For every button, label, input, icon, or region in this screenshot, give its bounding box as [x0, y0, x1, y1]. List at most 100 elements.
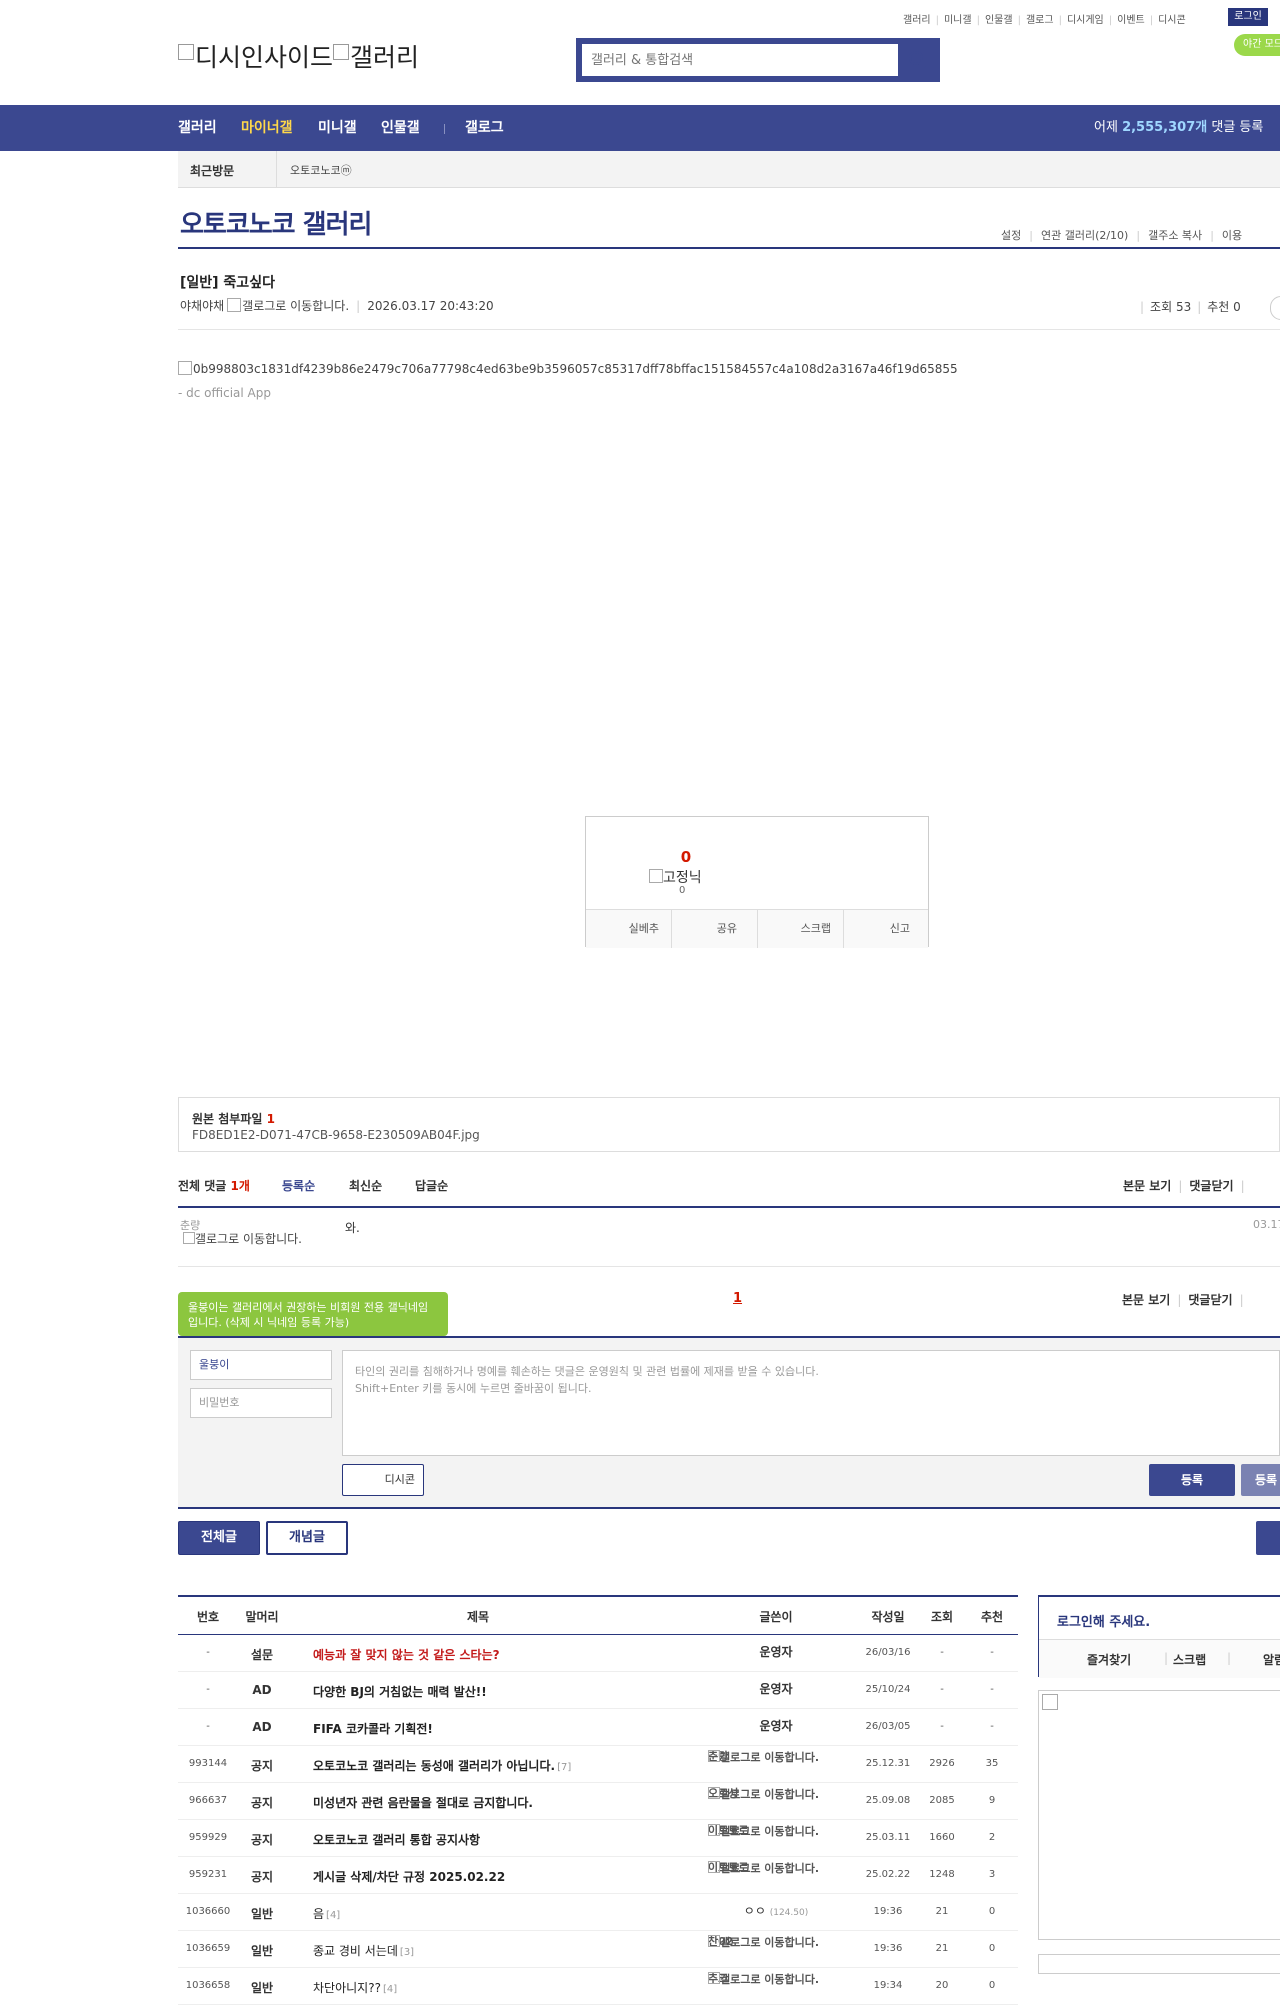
util-link-event[interactable]: 이벤트 — [1117, 15, 1145, 26]
sort-latest[interactable]: 최신순 — [349, 1177, 382, 1194]
nav-person-gallery[interactable]: 인물갤 — [381, 105, 420, 151]
usage-link[interactable]: 이용 — [1222, 229, 1242, 242]
post-writer[interactable]: 운영자 — [708, 1720, 844, 1733]
comment-page-1[interactable]: 1 — [733, 1291, 742, 1306]
post-title-link[interactable]: 다양한 BJ의 거침없는 매력 발산!! — [313, 1683, 489, 1700]
table-row[interactable]: 1036659 일반 종교 경비 서는데 [3] 찬02 갤로그로 이동합니다. 19:36… — [178, 1931, 1018, 1968]
comment-write-box: 울붕이 비밀번호 타인의 권리를 침해하거나 명예를 훼손하는 댓글은 운영원칙… — [178, 1338, 1280, 1508]
scrap-button[interactable]: 스크랩 — [758, 910, 844, 948]
table-row[interactable]: 1036658 일반 차단아니지?? [4] 추크 갤로그로 이동합니다. 19:34 20 0 — [178, 1968, 1018, 2005]
nickname-tooltip: 울붕이는 갤러리에서 권장하는 비회원 전용 갤닉네임입니다. (삭제 시 닉네… — [178, 1292, 448, 1344]
night-mode-button[interactable]: 야간 모드 — [1234, 34, 1280, 56]
post-subject-tag: 설문 — [250, 1648, 274, 1662]
writer-ip: (124.50) — [769, 1908, 809, 1918]
table-row[interactable]: 993144 공지 오토코노코 갤러리는 동성애 갤러리가 아닙니다. [7] 춘량 갤로… — [178, 1746, 1018, 1783]
util-link-dccon[interactable]: 디시콘 — [1158, 15, 1186, 26]
comment-gallog[interactable]: 갤로그로 이동합니다. — [180, 1232, 305, 1245]
nav-gallog[interactable]: 갤로그 — [465, 105, 504, 151]
post-writer[interactable]: 운영자 — [708, 1683, 844, 1696]
gallery-menu: 설정 | 연관 갤러리(2/10) | 갤주소 복사 | 이용 — [1001, 229, 1243, 242]
post-title-link[interactable]: 미성년자 관련 음란물을 절대로 금지합니다. — [313, 1794, 535, 1811]
comment-item: 춘량 갤로그로 이동합니다. 와. 03.17 — [178, 1208, 1280, 1267]
site-logo[interactable]: 디시인사이드 갤러리 — [178, 38, 419, 74]
view-body-link[interactable]: 본문 보기 — [1122, 1293, 1170, 1307]
tab-concept-posts[interactable]: 개념글 — [266, 1521, 348, 1555]
submit-recommend-button[interactable]: 등록 — [1241, 1464, 1280, 1496]
share-icon[interactable] — [1270, 296, 1280, 320]
post-author[interactable]: 야채야채 — [180, 299, 224, 313]
copy-address-link[interactable]: 갤주소 복사 — [1148, 229, 1202, 242]
comment-text: 와. — [345, 1221, 360, 1235]
search-button[interactable] — [899, 41, 937, 79]
submit-button[interactable]: 등록 — [1149, 1464, 1235, 1496]
gallery-title[interactable]: 오토코노코 갤러리 — [180, 204, 372, 241]
close-comments-link[interactable]: 댓글닫기 — [1189, 1179, 1233, 1193]
favorites-link[interactable]: 즐겨찾기 — [1087, 1651, 1131, 1668]
post-title-link[interactable]: 예능과 잘 맞지 않는 것 같은 스타는? — [313, 1646, 502, 1663]
side-ad-banner-2[interactable] — [1038, 1954, 1280, 1974]
table-row[interactable]: - AD FIFA 코카콜라 기획전! 운영자 26/03/05- - — [178, 1709, 1018, 1746]
share-button[interactable]: 공유 — [672, 910, 758, 948]
util-link-dcgame[interactable]: 디시게임 — [1067, 15, 1104, 26]
post-title-link[interactable]: 음 [4] — [313, 1905, 340, 1922]
post-writer[interactable]: 운영자 — [708, 1646, 844, 1659]
post-title-link[interactable]: 차단아니지?? [4] — [313, 1979, 397, 1996]
util-link-minigall[interactable]: 미니갤 — [944, 15, 972, 26]
password-field[interactable]: 비밀번호 — [190, 1388, 332, 1418]
table-row[interactable]: 966637 공지 미성년자 관련 음란물을 절대로 금지합니다. 오로성 갤로그로 이… — [178, 1783, 1018, 1820]
login-button[interactable]: 로그인 — [1228, 8, 1268, 26]
list-header: 번호 말머리 제목 글쓴이 작성일 조회 추천 — [178, 1595, 1018, 1635]
side-ad-banner[interactable] — [1038, 1690, 1280, 1940]
view-body-link[interactable]: 본문 보기 — [1123, 1179, 1171, 1193]
util-link-gallery[interactable]: 갤러리 — [903, 15, 931, 26]
table-row[interactable]: - 설문 예능과 잘 맞지 않는 것 같은 스타는? 운영자 26/03/16- - — [178, 1635, 1018, 1672]
attachment-file-link[interactable]: FD8ED1E2-D071-47CB-9658-E230509AB04F.jpg — [192, 1128, 480, 1142]
table-row[interactable]: 1036660 일반 음 [4] ㅇㅇ (124.50) 19:36 21 0 — [178, 1894, 1018, 1931]
fixnick-recommend-button[interactable]: 고정닉 — [649, 867, 702, 887]
util-link-persongall[interactable]: 인물갤 — [985, 15, 1013, 26]
post-views: 1248 — [929, 1869, 955, 1880]
post-title-link[interactable]: 게시글 삭제/차단 규정 2025.02.22 — [313, 1868, 507, 1885]
write-post-button[interactable] — [1256, 1521, 1280, 1555]
nav-minor-gallery[interactable]: 마이너갤 — [241, 105, 293, 151]
report-button[interactable]: 신고 — [844, 910, 928, 948]
related-gallery-link[interactable]: 연관 갤러리(2/10) — [1041, 229, 1128, 242]
table-row[interactable]: 959929 공지 오토코노코 갤러리 통합 공지사항 이토토로 갤로그로 이동합니다.… — [178, 1820, 1018, 1857]
comment-count: 1개 — [230, 1179, 250, 1193]
post-title-link[interactable]: 종교 경비 서는데 [3] — [313, 1942, 414, 1959]
table-row[interactable]: - AD 다양한 BJ의 거침없는 매력 발산!! 운영자 25/10/24- - — [178, 1672, 1018, 1709]
post-title-link[interactable]: 오토코노코 갤러리는 동성애 갤러리가 아닙니다. [7] — [313, 1757, 571, 1774]
reply-count[interactable]: [4] — [326, 1910, 340, 1921]
recent-gallery-link[interactable]: 오토코노코ⓜ — [290, 162, 352, 178]
reply-count[interactable]: [4] — [383, 1984, 397, 1995]
textarea-hint-1: 타인의 권리를 침해하거나 명예를 훼손하는 댓글은 운영원칙 및 관련 법률에… — [355, 1365, 819, 1378]
close-comments-link[interactable]: 댓글닫기 — [1188, 1293, 1232, 1307]
nav-mini-gallery[interactable]: 미니갤 — [318, 105, 357, 151]
reply-count[interactable]: [7] — [557, 1762, 571, 1773]
reply-count[interactable]: [3] — [400, 1947, 414, 1958]
post-image[interactable]: 0b998803c1831df4239b86e2479c706a77798c4e… — [178, 361, 958, 376]
util-link-gallog[interactable]: 갤로그 — [1026, 15, 1054, 26]
header-writer: 글쓴이 — [759, 1610, 793, 1624]
post-title-link[interactable]: 오토코노코 갤러리 통합 공지사항 — [313, 1831, 482, 1848]
table-row[interactable]: 959231 공지 게시글 삭제/차단 규정 2025.02.22 이토토로 갤로그로 … — [178, 1857, 1018, 1894]
search-input[interactable] — [582, 44, 898, 76]
sort-replies[interactable]: 답글순 — [415, 1177, 448, 1194]
notification-link[interactable]: 알림 — [1263, 1651, 1280, 1668]
comment-textarea[interactable]: 타인의 권리를 침해하거나 명예를 훼손하는 댓글은 운영원칙 및 관련 법률에… — [342, 1350, 1280, 1456]
sort-registered[interactable]: 등록순 — [282, 1177, 315, 1194]
post-title-link[interactable]: FIFA 코카콜라 기획전! — [313, 1720, 435, 1737]
nav-gallery[interactable]: 갤러리 — [178, 105, 217, 151]
dccon-button[interactable]: 디시콘 — [342, 1464, 424, 1496]
scrap-link[interactable]: 스크랩 — [1173, 1651, 1206, 1668]
tab-all-posts[interactable]: 전체글 — [178, 1521, 260, 1555]
post-subject-tag: 공지 — [250, 1796, 274, 1810]
best-recommend-button[interactable]: 실베추 — [586, 910, 672, 948]
login-prompt[interactable]: 로그인해 주세요. — [1057, 1611, 1150, 1630]
post-writer[interactable]: ㅇㅇ (124.50) — [708, 1905, 844, 1920]
recommend-count: 0 — [680, 848, 692, 866]
comment-nick[interactable]: 춘량 — [180, 1217, 200, 1233]
gallery-setting-link[interactable]: 설정 — [1001, 229, 1021, 242]
gallog-icon[interactable] — [227, 298, 242, 312]
nickname-field[interactable]: 울붕이 — [190, 1350, 332, 1380]
